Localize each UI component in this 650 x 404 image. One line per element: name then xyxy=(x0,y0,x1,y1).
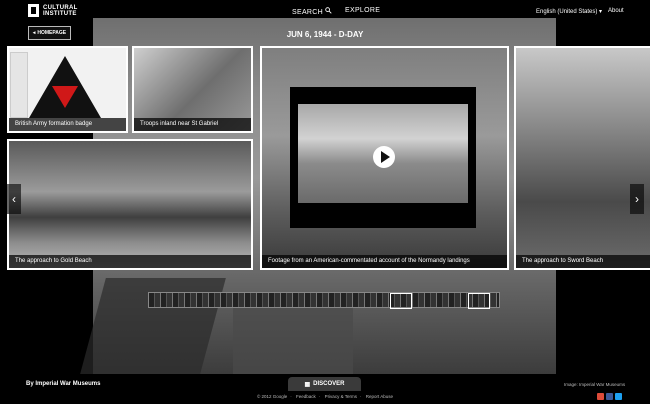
google-plus-icon[interactable] xyxy=(597,393,604,400)
cultural-institute-logo[interactable]: CULTURAL INSTITUTE xyxy=(28,4,78,17)
card-caption: The approach to Sword Beach xyxy=(516,255,650,268)
background-figure xyxy=(233,298,353,374)
nav-explore[interactable]: EXPLORE xyxy=(345,7,380,14)
facebook-icon[interactable] xyxy=(606,393,613,400)
card-sword-beach[interactable]: The approach to Sword Beach xyxy=(514,46,650,270)
logo-icon xyxy=(28,4,39,17)
card-troops-inland[interactable]: Troops inland near St Gabriel xyxy=(132,46,253,133)
card-caption: Troops inland near St Gabriel xyxy=(134,118,251,131)
twitter-icon[interactable] xyxy=(615,393,622,400)
chevron-down-icon: ▾ xyxy=(599,9,603,15)
card-caption: British Army formation badge xyxy=(9,118,126,131)
privacy-link[interactable]: Privacy & Terms xyxy=(325,394,357,399)
timeline-filmstrip[interactable] xyxy=(148,292,500,308)
copyright: © 2012 Google xyxy=(256,394,288,399)
badge-red-triangle xyxy=(52,86,78,108)
play-icon[interactable] xyxy=(373,146,395,168)
chevron-left-icon[interactable]: ‹ xyxy=(7,184,21,214)
footer-links: © 2012 Google · Feedback · Privacy & Terms… xyxy=(256,394,394,399)
filmstrip-selected-frame[interactable] xyxy=(390,293,412,309)
nav-search[interactable]: SEARCH xyxy=(292,7,332,16)
logo-line2: INSTITUTE xyxy=(43,10,77,17)
about-link[interactable]: About xyxy=(608,8,624,14)
report-abuse-link[interactable]: Report Abuse xyxy=(366,394,393,399)
page-title: JUN 6, 1944 - D-DAY xyxy=(286,30,364,39)
discover-button[interactable]: ▦ DISCOVER xyxy=(288,377,361,391)
feedback-link[interactable]: Feedback xyxy=(296,394,316,399)
card-formation-badge[interactable]: British Army formation badge xyxy=(7,46,128,133)
language-label: English (United States) xyxy=(536,9,598,15)
card-caption: Footage from an American-commentated acc… xyxy=(262,255,507,268)
social-links xyxy=(597,393,622,400)
search-icon xyxy=(325,7,332,14)
badge-tag-image xyxy=(10,52,28,118)
image-credit: Image: Imperial War Museums xyxy=(564,382,626,387)
search-label: SEARCH xyxy=(292,9,323,16)
discover-icon: ▦ xyxy=(304,381,311,388)
language-selector[interactable]: English (United States) ▾ xyxy=(536,8,602,15)
filmstrip-frame[interactable] xyxy=(468,293,490,309)
byline[interactable]: By Imperial War Museums xyxy=(26,381,100,387)
chevron-right-icon[interactable]: › xyxy=(630,184,644,214)
card-caption: The approach to Gold Beach xyxy=(9,255,251,268)
discover-label: DISCOVER xyxy=(313,381,345,387)
card-gold-beach[interactable]: The approach to Gold Beach xyxy=(7,139,253,270)
logo-line1: CULTURAL xyxy=(43,4,78,11)
